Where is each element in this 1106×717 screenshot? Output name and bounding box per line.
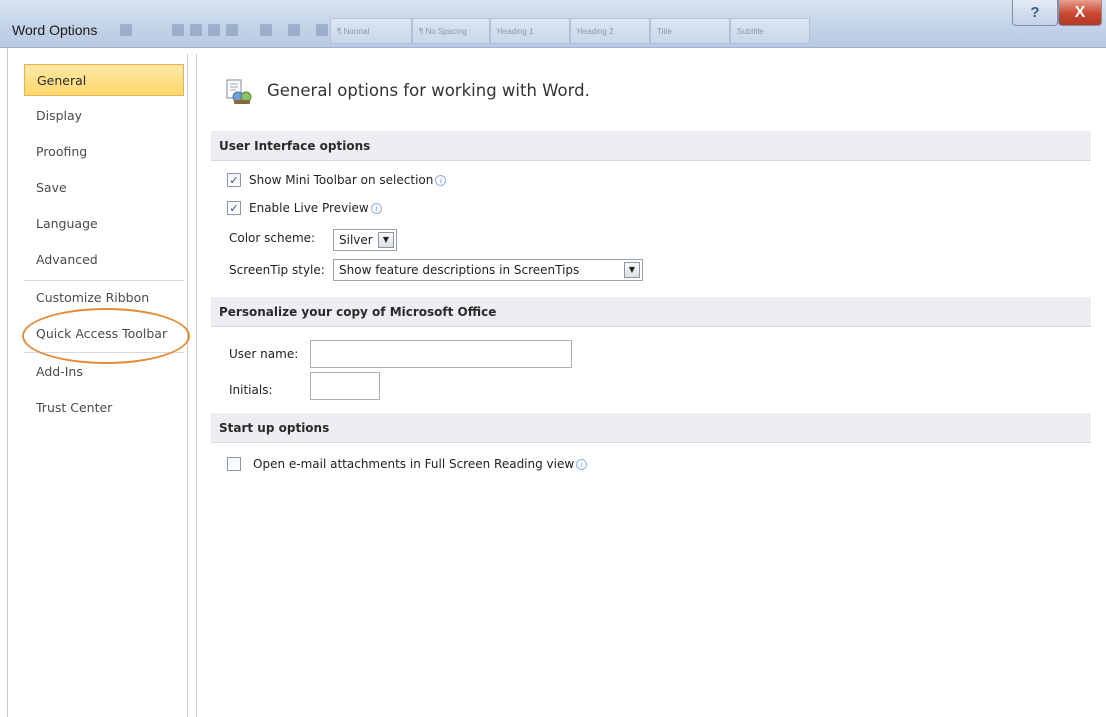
user-name-label: User name:	[229, 347, 299, 361]
chevron-down-icon[interactable]: ▼	[624, 262, 640, 278]
ribbon-align-right-icon	[208, 24, 220, 36]
mini-toolbar-label: Show Mini Toolbar on selection	[249, 173, 434, 187]
section-startup: Start up options	[211, 413, 1091, 443]
screentip-label-row: ScreenTip style:	[229, 263, 325, 277]
open-fullscreen-label: Open e-mail attachments in Full Screen R…	[253, 457, 575, 471]
sidebar-item-general[interactable]: General	[24, 64, 184, 96]
live-preview-checkbox[interactable]: ✓	[227, 201, 241, 215]
initials-label-row: Initials:	[229, 383, 273, 397]
screentip-label: ScreenTip style:	[229, 263, 325, 277]
quick-access-highlight-ring	[22, 308, 190, 364]
sidebar-item-trust-center[interactable]: Trust Center	[24, 392, 186, 424]
open-fullscreen-row: Open e-mail attachments in Full Screen R…	[227, 457, 588, 471]
sidebar-item-display[interactable]: Display	[24, 100, 186, 132]
ribbon-justify-icon	[226, 24, 238, 36]
initials-input[interactable]	[310, 372, 380, 400]
options-main-panel: General options for working with Word. U…	[196, 54, 1106, 717]
ribbon-font-icon	[120, 24, 132, 36]
style-title: Title	[650, 18, 730, 44]
section-personalize: Personalize your copy of Microsoft Offic…	[211, 297, 1091, 327]
mini-toolbar-checkbox[interactable]: ✓	[227, 173, 241, 187]
window-title: Word Options	[12, 22, 98, 38]
sidebar-item-language[interactable]: Language	[24, 208, 186, 240]
style-heading-1: Heading 1	[490, 18, 570, 44]
user-name-input[interactable]	[310, 340, 572, 368]
sidebar-item-save[interactable]: Save	[24, 172, 186, 204]
style-subtitle: Subtitle	[730, 18, 810, 44]
page-header: General options for working with Word.	[267, 81, 590, 100]
sidebar-item-advanced[interactable]: Advanced	[24, 244, 186, 276]
section-ui-options: User Interface options	[211, 131, 1091, 161]
general-options-icon	[226, 79, 252, 104]
sidebar-item-proofing[interactable]: Proofing	[24, 136, 186, 168]
sidebar-divider	[24, 280, 184, 281]
initials-label: Initials:	[229, 383, 273, 397]
mini-toolbar-row: ✓ Show Mini Toolbar on selection i	[227, 173, 447, 187]
info-icon: i	[576, 458, 588, 470]
chevron-down-icon[interactable]: ▼	[378, 232, 394, 248]
ribbon-align-left-icon	[172, 24, 184, 36]
info-icon: i	[370, 202, 382, 214]
live-preview-label: Enable Live Preview	[249, 201, 369, 215]
title-bar: Word Options ¶ Normal ¶ No Spacing Headi…	[0, 0, 1106, 48]
ribbon-shading-icon	[288, 24, 300, 36]
color-scheme-select[interactable]: Silver ▼	[333, 229, 397, 251]
style-heading-2: Heading 2	[570, 18, 650, 44]
color-scheme-label: Color scheme:	[229, 231, 316, 245]
style-normal: ¶ Normal	[330, 18, 412, 44]
screentip-value: Show feature descriptions in ScreenTips	[339, 263, 580, 277]
screentip-select[interactable]: Show feature descriptions in ScreenTips …	[333, 259, 643, 281]
help-button[interactable]: ?	[1012, 0, 1058, 26]
style-no-spacing: ¶ No Spacing	[412, 18, 490, 44]
options-sidebar: General Display Proofing Save Language A…	[8, 54, 188, 717]
color-scheme-label-row: Color scheme:	[229, 231, 315, 245]
user-name-label-row: User name:	[229, 347, 298, 361]
ribbon-borders-icon	[316, 24, 328, 36]
ribbon-align-center-icon	[190, 24, 202, 36]
close-button[interactable]: X	[1058, 0, 1102, 26]
ribbon-line-spacing-icon	[260, 24, 272, 36]
open-fullscreen-checkbox[interactable]	[227, 457, 241, 471]
info-icon: i	[435, 174, 447, 186]
background-ribbon: ¶ Normal ¶ No Spacing Heading 1 Heading …	[120, 10, 1000, 46]
color-scheme-value: Silver	[339, 233, 373, 247]
live-preview-row: ✓ Enable Live Preview i	[227, 201, 382, 215]
